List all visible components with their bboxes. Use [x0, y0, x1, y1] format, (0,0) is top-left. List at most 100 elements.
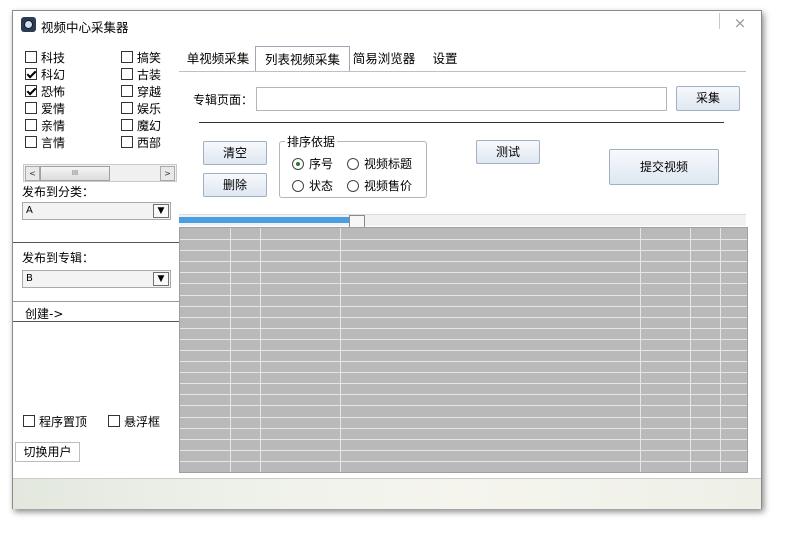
submit-video-button[interactable]: 提交视频	[609, 149, 719, 185]
divider	[13, 242, 179, 243]
delete-button[interactable]: 删除	[203, 173, 267, 197]
test-button[interactable]: 测试	[476, 140, 540, 164]
album-page-label: 专辑页面：	[193, 93, 254, 107]
checkbox-box[interactable]	[25, 102, 37, 114]
checkbox-box[interactable]	[121, 119, 133, 131]
chevron-down-icon[interactable]: ▼	[153, 204, 169, 218]
close-icon[interactable]: ⨯	[731, 14, 749, 32]
checkbox-box[interactable]	[121, 136, 133, 148]
sort-radio-price[interactable]: 视频售价	[347, 177, 412, 194]
grid-row-line	[180, 261, 747, 263]
category-label: 西部	[137, 135, 162, 150]
category-checkbox[interactable]: 亲情	[25, 118, 65, 133]
floating-window-checkbox[interactable]: 悬浮框	[108, 414, 160, 429]
category-checkbox[interactable]: 爱情	[25, 101, 65, 116]
select-value: B	[26, 273, 33, 284]
category-checkbox[interactable]: 恐怖	[25, 84, 66, 99]
publish-category-label: 发布到分类：	[22, 185, 95, 199]
clear-button[interactable]: 清空	[203, 141, 267, 165]
checkbox-box[interactable]	[108, 415, 120, 427]
checkbox-box[interactable]	[121, 51, 133, 63]
results-grid[interactable]	[179, 227, 748, 473]
divider	[13, 321, 179, 322]
category-checkbox[interactable]: 言情	[25, 135, 65, 150]
album-page-input[interactable]	[256, 87, 667, 111]
category-checkbox[interactable]: 科技	[25, 50, 65, 65]
scroll-thumb[interactable]: III	[40, 166, 110, 181]
checkbox-box[interactable]	[25, 119, 37, 131]
checkbox-box[interactable]	[23, 415, 35, 427]
radio-dot[interactable]	[347, 179, 359, 192]
grid-column-line	[340, 228, 341, 472]
category-checkbox[interactable]: 娱乐	[121, 101, 162, 116]
tab-panel-border	[179, 71, 746, 72]
checkbox-box[interactable]	[121, 68, 133, 80]
radio-label: 状态	[309, 179, 334, 193]
radio-dot[interactable]	[347, 157, 359, 170]
sort-radio-title[interactable]: 视频标题	[347, 155, 412, 172]
grid-row-line	[180, 383, 747, 385]
grid-row-line	[180, 272, 747, 274]
title-separator	[719, 13, 720, 29]
category-checkbox[interactable]: 西部	[121, 135, 162, 150]
grid-row-line	[180, 350, 747, 351]
title-bar: 视频中心采集器 ⨯	[13, 11, 761, 39]
sort-radio-status[interactable]: 状态	[292, 177, 333, 194]
category-scrollbar[interactable]: < III >	[23, 164, 177, 182]
main-window: 视频中心采集器 ⨯ 科技 搞笑 科幻 古装 恐怖 穿越 爱情 娱乐 亲情 魔幻 …	[12, 10, 762, 509]
category-label: 科幻	[41, 67, 66, 82]
category-label: 穿越	[137, 84, 162, 99]
publish-album-select[interactable]: B ▼	[22, 270, 171, 288]
collect-button[interactable]: 采集	[676, 86, 740, 111]
category-label: 娱乐	[137, 101, 162, 116]
grid-row-line	[180, 338, 747, 340]
scroll-left-icon[interactable]: <	[25, 166, 40, 181]
switch-user-button[interactable]: 切换用户	[15, 442, 80, 462]
tab-single-video[interactable]: 单视频采集	[183, 46, 253, 71]
radio-dot[interactable]	[292, 179, 304, 192]
category-label: 恐怖	[41, 84, 66, 99]
app-logo-icon	[21, 17, 36, 32]
checkbox-box[interactable]	[25, 136, 37, 148]
publish-album-label: 发布到专辑：	[22, 251, 95, 265]
grid-column-line	[230, 228, 231, 472]
radio-dot[interactable]	[292, 157, 304, 170]
sort-radio-index[interactable]: 序号	[292, 155, 333, 172]
grid-row-line	[180, 427, 747, 429]
grid-row-line	[180, 405, 747, 407]
progress-fill	[179, 217, 350, 223]
checkbox-box[interactable]	[25, 51, 37, 63]
category-checkbox[interactable]: 古装	[121, 67, 161, 82]
checkbox-box[interactable]	[25, 85, 37, 97]
pin-on-top-checkbox[interactable]: 程序置顶	[23, 414, 87, 429]
grid-row-line	[180, 305, 747, 307]
progress-track	[179, 214, 746, 228]
checkbox-box[interactable]	[25, 68, 37, 80]
grid-row-line	[180, 239, 747, 241]
category-checkbox[interactable]: 科幻	[25, 67, 66, 82]
checkbox-box[interactable]	[121, 102, 133, 114]
tab-settings[interactable]: 设置	[430, 46, 460, 71]
category-checkbox[interactable]: 魔幻	[121, 118, 162, 133]
grid-column-line	[640, 228, 641, 472]
category-label: 魔幻	[137, 118, 162, 133]
checkbox-box[interactable]	[121, 85, 133, 97]
chevron-down-icon[interactable]: ▼	[153, 272, 169, 286]
grid-row-line	[180, 327, 747, 329]
sort-title: 排序依据	[285, 133, 338, 150]
grid-row-line	[180, 416, 747, 418]
grid-column-line	[260, 228, 261, 472]
create-link[interactable]: 创建->	[25, 305, 63, 322]
category-checkbox[interactable]: 搞笑	[121, 50, 161, 65]
tab-list-video[interactable]: 列表视频采集	[255, 46, 350, 72]
divider	[13, 301, 179, 302]
status-bar	[13, 478, 761, 509]
scroll-right-icon[interactable]: >	[160, 166, 175, 181]
category-checkbox[interactable]: 穿越	[121, 84, 162, 99]
tab-simple-browser[interactable]: 简易浏览器	[350, 46, 418, 71]
publish-category-select[interactable]: A ▼	[22, 202, 171, 220]
grid-row-line	[180, 294, 747, 296]
select-value: A	[26, 205, 33, 216]
grid-row-line	[180, 250, 747, 252]
grid-row-line	[180, 316, 747, 318]
